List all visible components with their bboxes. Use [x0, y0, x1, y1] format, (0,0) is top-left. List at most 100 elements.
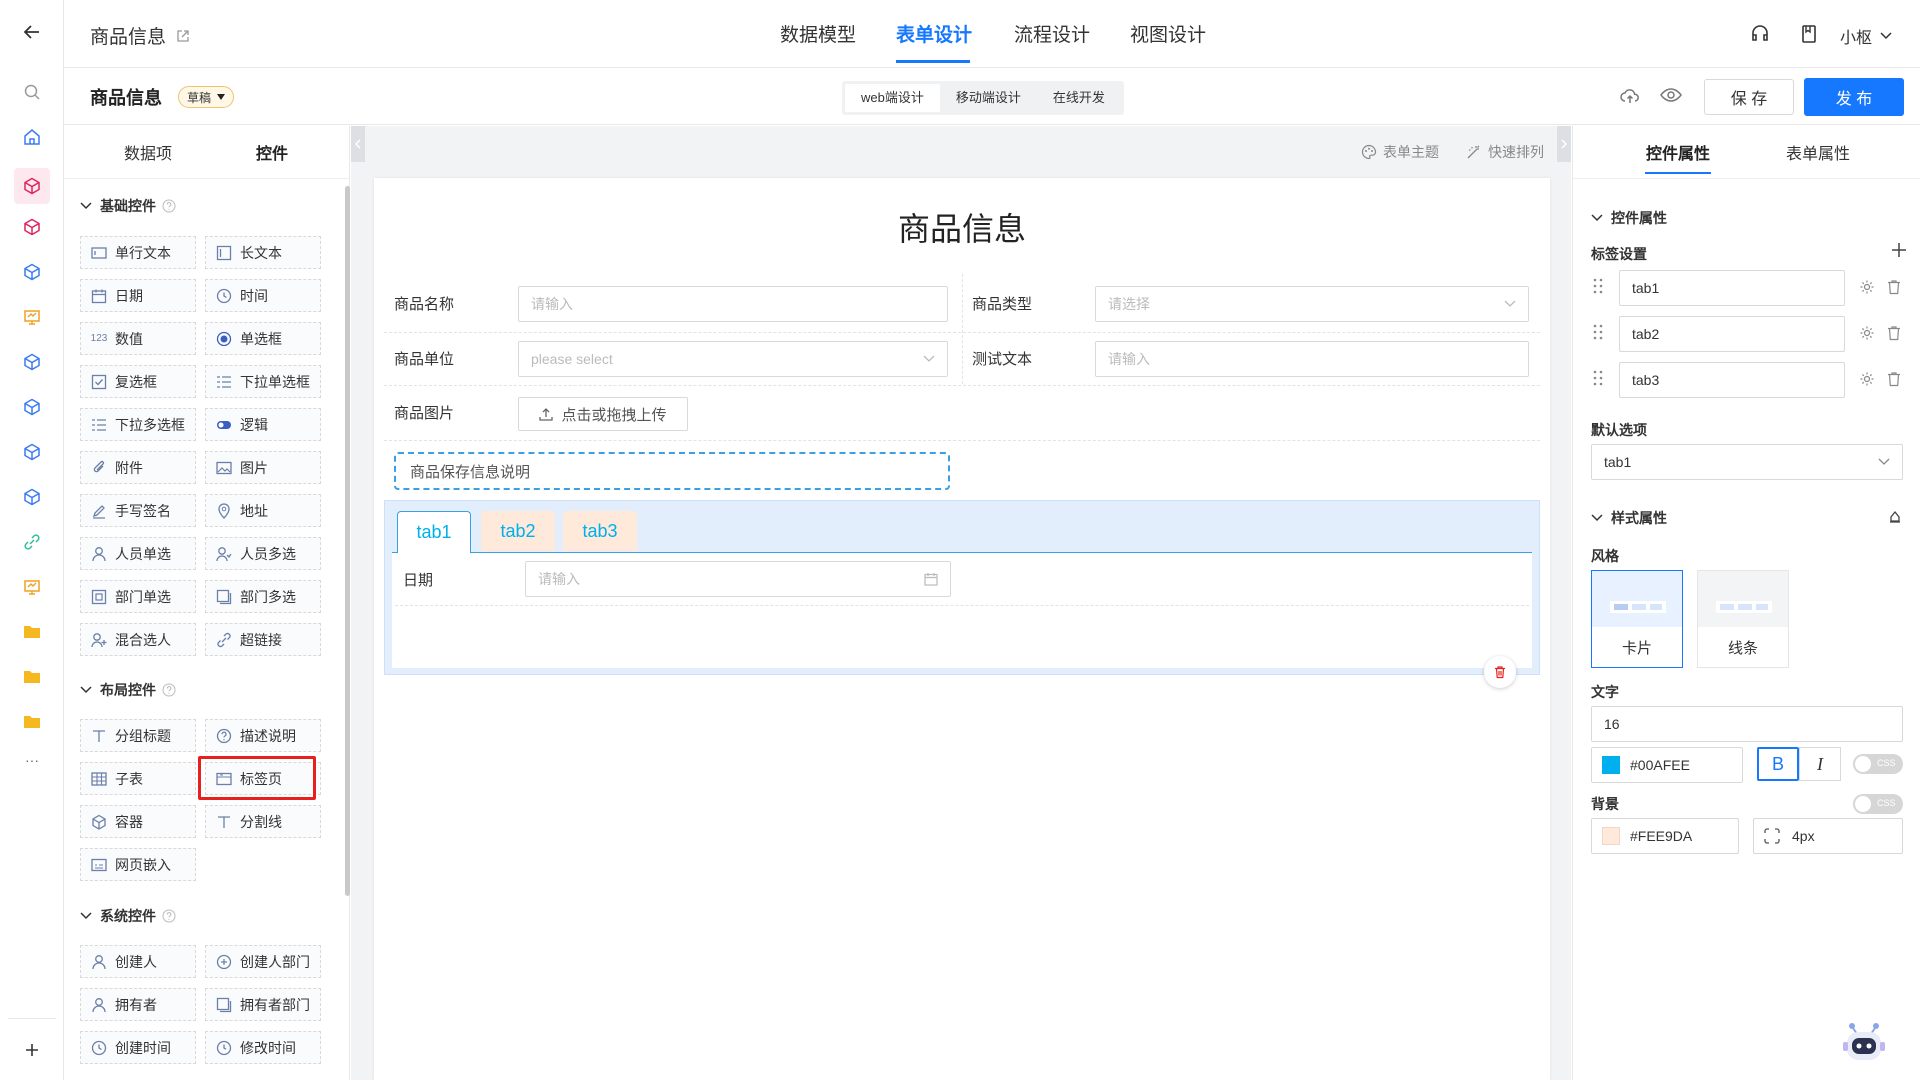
control-mixed-select[interactable]: 混合选人 — [80, 623, 196, 656]
group-layout-controls[interactable]: 布局控件 — [80, 680, 176, 700]
cloud-upload-icon[interactable] — [1620, 87, 1640, 105]
tab-1[interactable]: tab1 — [397, 511, 471, 553]
control-created-time[interactable]: 创建时间 — [80, 1031, 196, 1064]
home-icon[interactable] — [20, 125, 44, 149]
help-circle-icon[interactable] — [162, 909, 176, 923]
app-cube-icon[interactable] — [20, 440, 44, 464]
panel-scrollbar[interactable] — [345, 186, 350, 896]
control-dept-single[interactable]: 部门单选 — [80, 580, 196, 613]
add-icon[interactable] — [20, 1038, 44, 1062]
folder-icon[interactable] — [20, 620, 44, 644]
monitor-icon[interactable] — [20, 575, 44, 599]
delete-component-button[interactable] — [1484, 656, 1516, 688]
control-container[interactable]: 容器 — [80, 805, 196, 838]
input-test[interactable]: 请输入 — [1095, 341, 1529, 377]
gear-icon[interactable] — [1859, 279, 1875, 295]
select-unit[interactable]: please select — [518, 341, 948, 377]
description-block[interactable]: 商品保存信息说明 — [394, 452, 950, 490]
control-single-line-text[interactable]: 单行文本 — [80, 236, 196, 269]
more-icon[interactable]: ··· — [20, 748, 44, 772]
tag-input-2[interactable]: tab2 — [1619, 316, 1845, 352]
back-arrow-icon[interactable] — [20, 20, 44, 44]
control-owner[interactable]: 拥有者 — [80, 988, 196, 1021]
bg-color-input[interactable]: #FEE9DA — [1591, 818, 1739, 854]
tab-controls[interactable]: 控件 — [256, 140, 288, 164]
text-color-input[interactable]: #00AFEE — [1591, 747, 1743, 783]
radius-input[interactable]: 4px — [1753, 818, 1903, 854]
control-description[interactable]: 描述说明 — [205, 719, 321, 752]
control-logic[interactable]: 逻辑 — [205, 408, 321, 441]
app-cube-icon[interactable] — [20, 215, 44, 239]
group-basic-controls[interactable]: 基础控件 — [80, 196, 176, 216]
folder-icon[interactable] — [20, 665, 44, 689]
upload-button[interactable]: 点击或拖拽上传 — [518, 397, 688, 431]
input-name[interactable]: 请输入 — [518, 286, 948, 322]
publish-button[interactable]: 发 布 — [1804, 78, 1904, 116]
control-address[interactable]: 地址 — [205, 494, 321, 527]
app-cube-icon-active[interactable] — [14, 168, 50, 204]
app-cube-icon[interactable] — [20, 485, 44, 509]
section-style-props[interactable]: 样式属性 — [1591, 508, 1667, 528]
form-theme-button[interactable]: 表单主题 — [1361, 142, 1439, 162]
gear-icon[interactable] — [1859, 371, 1875, 387]
link-icon[interactable] — [20, 530, 44, 554]
headset-icon[interactable] — [1750, 24, 1770, 44]
app-cube-icon[interactable] — [20, 350, 44, 374]
trash-icon[interactable] — [1887, 325, 1901, 341]
group-system-controls[interactable]: 系统控件 — [80, 906, 176, 926]
control-hyperlink[interactable]: 超链接 — [205, 623, 321, 656]
control-modified-time[interactable]: 修改时间 — [205, 1031, 321, 1064]
mode-web[interactable]: web端设计 — [845, 84, 940, 112]
control-date[interactable]: 日期 — [80, 279, 196, 312]
collapse-right-handle[interactable] — [1557, 126, 1571, 162]
bg-css-toggle[interactable]: CSS — [1853, 794, 1903, 814]
font-size-input[interactable]: 16 — [1591, 706, 1903, 742]
tab-form-props[interactable]: 表单属性 — [1786, 140, 1850, 164]
monitor-icon[interactable] — [20, 305, 44, 329]
nav-tab-process-design[interactable]: 流程设计 — [1014, 20, 1090, 47]
style-option-line[interactable]: 线条 — [1697, 570, 1789, 668]
control-checkbox[interactable]: 复选框 — [80, 365, 196, 398]
save-button[interactable]: 保 存 — [1704, 79, 1794, 115]
control-subtable[interactable]: 子表 — [80, 762, 196, 795]
section-control-props[interactable]: 控件属性 — [1591, 208, 1667, 228]
bold-toggle[interactable]: B — [1757, 747, 1799, 781]
app-cube-icon[interactable] — [20, 395, 44, 419]
search-icon[interactable] — [20, 80, 44, 104]
control-radio[interactable]: 单选框 — [205, 322, 321, 355]
external-link-icon[interactable] — [176, 29, 190, 43]
control-person-single[interactable]: 人员单选 — [80, 537, 196, 570]
control-creator[interactable]: 创建人 — [80, 945, 196, 978]
document-icon[interactable] — [1800, 24, 1818, 44]
mode-online-dev[interactable]: 在线开发 — [1037, 84, 1121, 112]
help-circle-icon[interactable] — [162, 199, 176, 213]
control-divider[interactable]: 分割线 — [205, 805, 321, 838]
folder-icon[interactable] — [20, 710, 44, 734]
tag-input-3[interactable]: tab3 — [1619, 362, 1845, 398]
style-option-card[interactable]: 卡片 — [1591, 570, 1683, 668]
add-tag-icon[interactable] — [1891, 242, 1907, 258]
nav-tab-form-design[interactable]: 表单设计 — [896, 20, 972, 47]
preview-eye-icon[interactable] — [1660, 87, 1682, 103]
select-type[interactable]: 请选择 — [1095, 286, 1529, 322]
collapse-left-handle[interactable] — [351, 126, 365, 162]
quick-arrange-button[interactable]: 快速排列 — [1466, 142, 1544, 162]
drag-handle-icon[interactable] — [1593, 278, 1603, 294]
tab-data-items[interactable]: 数据项 — [124, 140, 172, 164]
control-person-multi[interactable]: 人员多选 — [205, 537, 321, 570]
control-iframe[interactable]: 网页嵌入 — [80, 848, 196, 881]
control-signature[interactable]: 手写签名 — [80, 494, 196, 527]
control-image[interactable]: 图片 — [205, 451, 321, 484]
gear-icon[interactable] — [1859, 325, 1875, 341]
paint-bucket-icon[interactable] — [1887, 509, 1903, 525]
control-attachment[interactable]: 附件 — [80, 451, 196, 484]
help-circle-icon[interactable] — [162, 683, 176, 697]
control-owner-dept[interactable]: 拥有者部门 — [205, 988, 321, 1021]
status-badge[interactable]: 草稿 — [178, 86, 235, 108]
tag-input-1[interactable]: tab1 — [1619, 270, 1845, 306]
italic-toggle[interactable]: I — [1799, 747, 1841, 781]
control-dropdown-single[interactable]: 下拉单选框 — [205, 365, 321, 398]
input-date[interactable]: 请输入 — [525, 561, 951, 597]
tab-2[interactable]: tab2 — [481, 511, 555, 551]
trash-icon[interactable] — [1887, 279, 1901, 295]
